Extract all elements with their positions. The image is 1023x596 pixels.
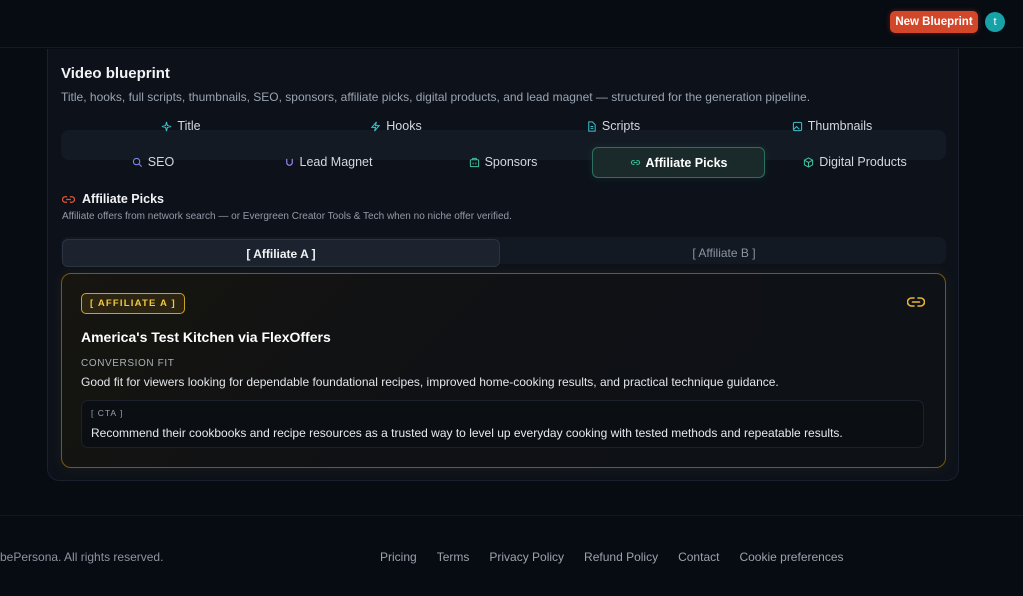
top-bar — [0, 0, 1023, 48]
tab-lead-magnet[interactable]: Lead Magnet — [270, 152, 386, 172]
file-text-icon — [588, 120, 596, 132]
footer-link-terms[interactable]: Terms — [437, 550, 470, 564]
cta-label: [ CTA ] — [91, 408, 124, 418]
link-icon — [630, 160, 640, 165]
building-icon — [469, 157, 479, 167]
search-icon — [132, 157, 142, 167]
zap-icon — [371, 121, 381, 131]
tab-title-label: Title — [177, 119, 201, 133]
page-subtitle: Title, hooks, full scripts, thumbnails, … — [61, 90, 811, 104]
tab-sponsors-label: Sponsors — [484, 155, 538, 169]
tab-affiliate-b[interactable]: [ Affiliate B ] — [504, 239, 944, 267]
tab-thumbnails[interactable]: Thumbnails — [781, 116, 883, 136]
tab-affiliate-picks-label: Affiliate Picks — [645, 155, 728, 170]
tab-lead-magnet-label: Lead Magnet — [299, 155, 373, 169]
external-link-icon[interactable] — [907, 294, 925, 310]
sparkles-icon — [162, 121, 172, 131]
tab-scripts[interactable]: Scripts — [572, 116, 654, 136]
section-description: Affiliate offers from network search — o… — [62, 211, 512, 222]
footer-link-pricing[interactable]: Pricing — [380, 550, 417, 564]
tab-seo[interactable]: SEO — [118, 152, 188, 172]
affiliate-badge: [ AFFILIATE A ] — [81, 293, 185, 314]
tab-digital-products[interactable]: Digital Products — [792, 152, 918, 172]
section-title: Affiliate Picks — [82, 192, 164, 206]
affiliate-title: America's Test Kitchen via FlexOffers — [81, 329, 331, 345]
link-icon — [62, 195, 75, 203]
tab-hooks[interactable]: Hooks — [355, 116, 437, 136]
tab-title[interactable]: Title — [140, 116, 222, 136]
footer-link-contact[interactable]: Contact — [678, 550, 719, 564]
footer-link-privacy-policy[interactable]: Privacy Policy — [489, 550, 564, 564]
footer-divider — [0, 515, 1023, 516]
footer-link-cookie-preferences[interactable]: Cookie preferences — [739, 550, 843, 564]
conversion-fit-label: CONVERSION FIT — [81, 358, 175, 369]
tab-scripts-label: Scripts — [601, 119, 641, 133]
footer-copyright: bePersona. All rights reserved. — [0, 550, 164, 564]
footer-links: Pricing Terms Privacy Policy Refund Poli… — [380, 550, 844, 564]
magnet-icon — [285, 158, 293, 166]
new-blueprint-button[interactable]: New Blueprint — [890, 11, 978, 33]
cta-box — [81, 400, 924, 448]
section-heading: Affiliate Picks — [62, 192, 164, 206]
tab-affiliate-a[interactable]: [ Affiliate A ] — [62, 239, 500, 267]
cta-text: Recommend their cookbooks and recipe res… — [91, 426, 843, 440]
user-avatar[interactable]: t — [985, 12, 1005, 32]
conversion-fit-text: Good fit for viewers looking for dependa… — [81, 375, 779, 389]
tab-sponsors[interactable]: Sponsors — [452, 152, 554, 172]
footer-link-refund-policy[interactable]: Refund Policy — [584, 550, 658, 564]
tab-seo-label: SEO — [147, 155, 175, 169]
tab-hooks-label: Hooks — [386, 119, 422, 133]
tab-thumbnails-label: Thumbnails — [807, 119, 873, 133]
tab-affiliate-picks[interactable]: Affiliate Picks — [592, 147, 765, 178]
package-icon — [804, 156, 814, 168]
tab-digital-products-label: Digital Products — [819, 155, 907, 169]
page-title: Video blueprint — [61, 65, 170, 82]
image-icon — [792, 121, 802, 131]
